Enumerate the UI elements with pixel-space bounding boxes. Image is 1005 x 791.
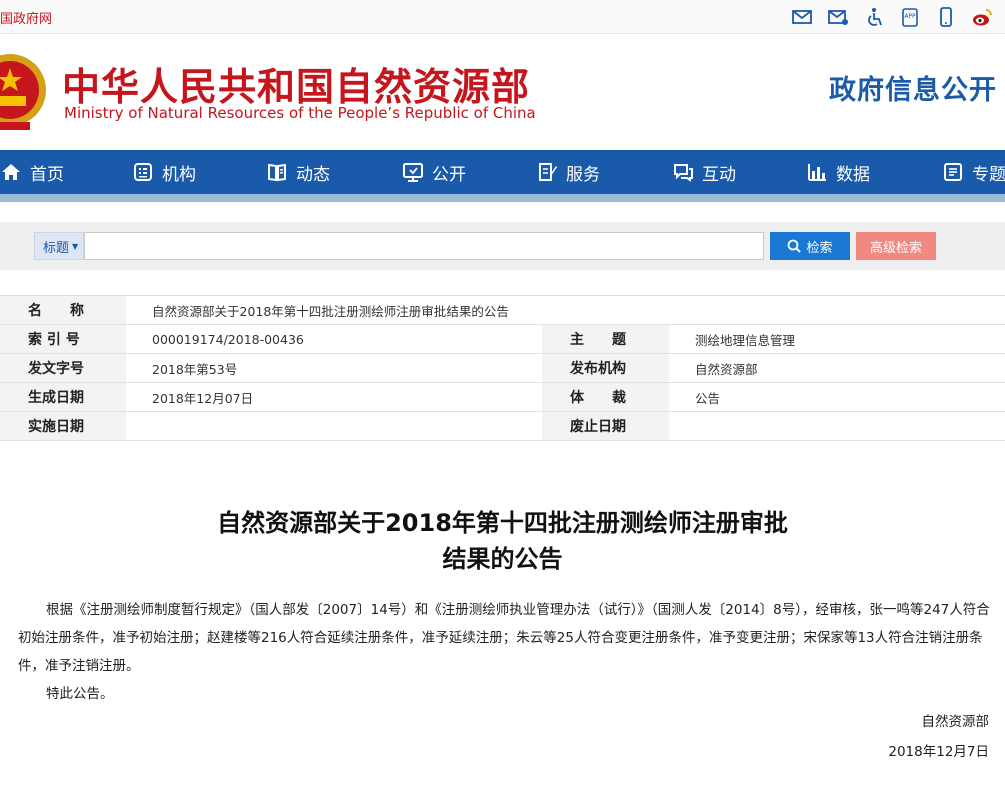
created-date-label: 生成日期 (0, 383, 126, 411)
weibo-icon[interactable] (969, 5, 995, 29)
search-input[interactable] (84, 232, 764, 260)
top-utility-bar: 国政府网 APP (0, 0, 1005, 34)
nav-item-label: 公开 (432, 164, 466, 185)
document-info-table: 名 称 自然资源部关于2018年第十四批注册测绘师注册审批结果的公告 索 引 号… (0, 295, 1005, 441)
nav-item-label: 动态 (296, 164, 330, 185)
search-icon (788, 239, 802, 253)
article-paragraph: 根据《注册测绘师制度暂行规定》（国人部发〔2007〕14号）和《注册测绘师执业管… (18, 602, 990, 674)
article-title: 自然资源部关于2018年第十四批注册测绘师注册审批 结果的公告 (0, 505, 1005, 577)
effective-date-label: 实施日期 (0, 412, 126, 440)
search-field-select[interactable]: 标题 ▼ (34, 232, 84, 260)
mobile-icon[interactable] (933, 5, 959, 29)
nav-item-label: 服务 (566, 164, 600, 185)
nav-item-label: 专题 (972, 164, 1005, 185)
app-icon[interactable]: APP (897, 5, 923, 29)
nav-item-label: 互动 (702, 164, 736, 185)
info-disclosure-title: 政府信息公开 (829, 75, 997, 106)
nav-item-label: 首页 (30, 164, 64, 185)
accessibility-icon[interactable] (861, 5, 887, 29)
info-row-index: 索 引 号 000019174/2018-00436 主 题 测绘地理信息管理 (0, 325, 1005, 354)
publisher-value: 自然资源部 (695, 361, 758, 377)
data-chart-icon (808, 164, 826, 181)
advanced-search-button[interactable]: 高级检索 (856, 232, 936, 260)
nav-item-service[interactable]: 服务 (536, 150, 600, 194)
disclosure-icon (403, 163, 423, 182)
article-body: 根据《注册测绘师制度暂行规定》（国人部发〔2007〕14号）和《注册测绘师执业管… (18, 596, 990, 708)
nav-item-news[interactable]: 动态 (266, 150, 330, 194)
docno-label: 发文字号 (0, 354, 126, 382)
nav-item-topic[interactable]: 专题 (942, 150, 1005, 194)
index-label: 索 引 号 (0, 325, 126, 353)
feedback-mail-icon[interactable] (825, 5, 851, 29)
utility-icons: APP (789, 5, 995, 29)
publisher-label: 发布机构 (542, 354, 669, 382)
index-value: 000019174/2018-00436 (152, 331, 304, 347)
nav-item-data[interactable]: 数据 (806, 150, 870, 194)
ministry-english-title: Ministry of Natural Resources of the Peo… (64, 104, 536, 122)
news-icon (268, 163, 286, 182)
gov-site-link[interactable]: 国政府网 (0, 8, 52, 27)
theme-value: 测绘地理信息管理 (695, 332, 796, 348)
genre-label: 体 裁 (542, 383, 669, 411)
effective-date-value (126, 412, 542, 440)
theme-label: 主 题 (542, 325, 669, 353)
nav-item-label: 机构 (162, 164, 196, 185)
search-select-value: 标题 (43, 240, 70, 256)
abolish-date-value (669, 412, 1005, 440)
genre-value: 公告 (695, 390, 721, 406)
main-nav: 首页 机构 动态 公开 服务 互动 数据 专题 (0, 150, 1005, 194)
national-emblem-logo (0, 50, 50, 134)
docno-value: 2018年第53号 (152, 361, 238, 377)
info-row-docno: 发文字号 2018年第53号 发布机构 自然资源部 (0, 354, 1005, 383)
info-row-name: 名 称 自然资源部关于2018年第十四批注册测绘师注册审批结果的公告 (0, 296, 1005, 325)
name-value: 自然资源部关于2018年第十四批注册测绘师注册审批结果的公告 (152, 303, 509, 319)
nav-item-organization[interactable]: 机构 (132, 150, 196, 194)
svg-text:APP: APP (904, 13, 916, 20)
article-date: 2018年12月7日 (888, 744, 989, 760)
article-title-line1: 自然资源部关于2018年第十四批注册测绘师注册审批 (217, 509, 788, 537)
nav-item-home[interactable]: 首页 (0, 150, 64, 194)
mail-icon[interactable] (789, 5, 815, 29)
site-header: 中华人民共和国自然资源部 Ministry of Natural Resourc… (0, 34, 1005, 150)
abolish-date-label: 废止日期 (542, 412, 669, 440)
search-button-label: 检索 (806, 239, 833, 255)
nav-item-disclosure[interactable]: 公开 (402, 150, 466, 194)
interaction-icon (674, 164, 693, 182)
article-signer: 自然资源部 (921, 714, 990, 730)
nav-item-interaction[interactable]: 互动 (672, 150, 736, 194)
nav-divider-strip (0, 194, 1005, 202)
search-bar: 标题 ▼ 检索 高级检索 (0, 222, 1005, 270)
service-icon (539, 163, 557, 181)
info-row-created: 生成日期 2018年12月07日 体 裁 公告 (0, 383, 1005, 412)
article-title-line2: 结果的公告 (442, 545, 563, 573)
info-row-effective: 实施日期 废止日期 (0, 412, 1005, 441)
organization-icon (134, 163, 152, 181)
name-label: 名 称 (0, 296, 126, 324)
ministry-chinese-title: 中华人民共和国自然资源部 (62, 65, 531, 109)
nav-item-label: 数据 (836, 164, 870, 185)
created-date-value: 2018年12月07日 (152, 390, 254, 406)
search-button[interactable]: 检索 (770, 232, 850, 260)
topic-icon (944, 163, 962, 181)
caret-down-icon: ▼ (72, 241, 79, 251)
article-closing: 特此公告。 (46, 686, 114, 702)
home-icon (2, 164, 20, 180)
